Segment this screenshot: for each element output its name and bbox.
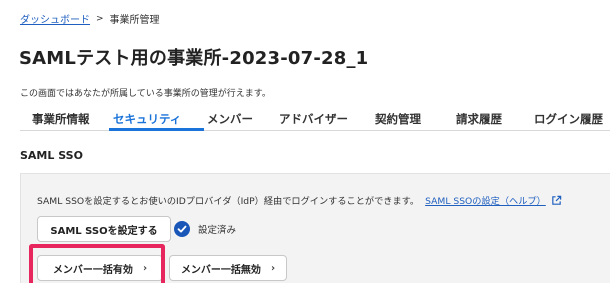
bulk-enable-label: メンバー一括有効: [52, 264, 133, 276]
saml-description-row: SAML SSOを設定するとお使いのIDプロバイダ（IdP）経由でログインするこ…: [37, 193, 562, 207]
chevron-right-icon: ›: [270, 262, 276, 274]
breadcrumb-separator: >: [96, 13, 104, 24]
configure-saml-button[interactable]: SAML SSOを設定する: [37, 216, 171, 242]
chevron-right-icon: ›: [142, 262, 148, 274]
bulk-disable-members-button[interactable]: メンバー一括無効 ›: [169, 255, 287, 281]
breadcrumb-dashboard-link[interactable]: ダッシュボード: [20, 11, 90, 26]
tab-contract[interactable]: 契約管理: [375, 111, 421, 127]
saml-status: 設定済み: [174, 221, 236, 237]
tab-billing-history[interactable]: 請求履歴: [456, 111, 502, 127]
saml-status-text: 設定済み: [198, 225, 237, 236]
bulk-enable-members-button[interactable]: メンバー一括有効 ›: [37, 255, 163, 281]
configure-saml-button-label: SAML SSOを設定する: [50, 225, 158, 237]
tab-login-history[interactable]: ログイン履歴: [534, 111, 603, 127]
tab-office-info[interactable]: 事業所情報: [32, 111, 90, 127]
tab-security[interactable]: セキュリティ: [113, 111, 181, 127]
saml-panel: SAML SSOを設定するとお使いのIDプロバイダ（IdP）経由でログインするこ…: [20, 173, 610, 283]
external-link-icon[interactable]: [551, 195, 562, 206]
tab-bar: 事業所情報 セキュリティ メンバー アドバイザー 契約管理 請求履歴 ログイン履…: [20, 105, 610, 131]
check-circle-icon: [174, 221, 190, 237]
breadcrumb: ダッシュボード > 事業所管理: [20, 11, 160, 27]
active-tab-indicator: [109, 128, 204, 131]
bulk-disable-label: メンバー一括無効: [180, 264, 261, 276]
tab-members[interactable]: メンバー: [207, 111, 253, 127]
tab-advisors[interactable]: アドバイザー: [279, 111, 348, 127]
saml-description: SAML SSOを設定するとお使いのIDプロバイダ（IdP）経由でログインするこ…: [37, 196, 420, 207]
breadcrumb-current: 事業所管理: [109, 15, 160, 26]
page-title: SAMLテスト用の事業所-2023-07-28_1: [19, 48, 369, 69]
saml-help-link[interactable]: SAML SSOの設定（ヘルプ）: [425, 193, 546, 207]
section-title-saml: SAML SSO: [20, 149, 83, 162]
page-description: この画面ではあなたが所属している事業所の管理が行えます。: [20, 89, 271, 99]
